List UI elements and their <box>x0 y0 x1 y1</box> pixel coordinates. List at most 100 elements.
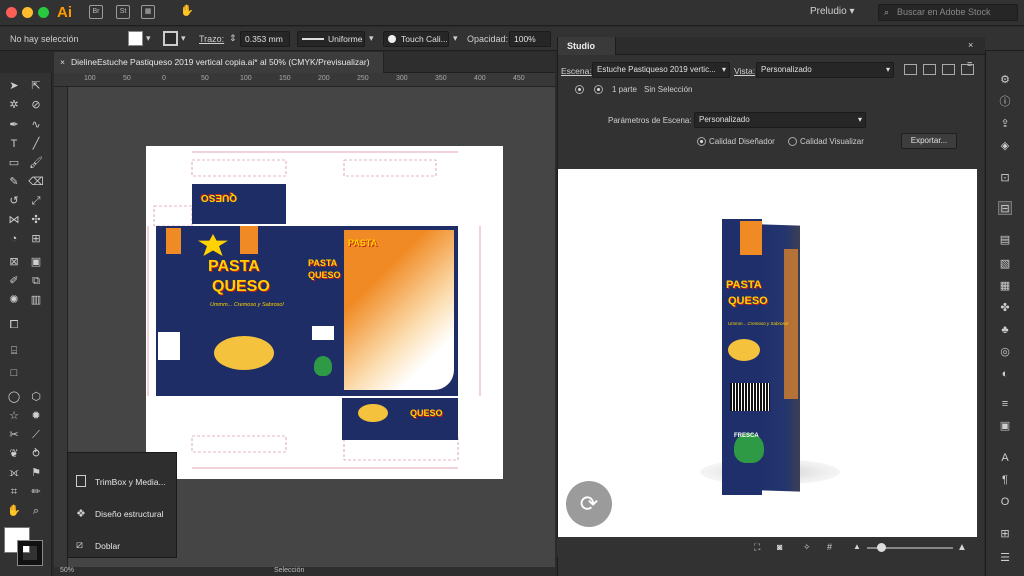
symbols-icon[interactable]: ♣ <box>998 323 1012 337</box>
symbol-sprayer-tool-icon[interactable]: ✺ <box>6 292 22 308</box>
rotate-tool-icon[interactable]: ↺ <box>6 193 22 209</box>
zoom-slider-handle[interactable] <box>877 543 886 552</box>
artboard-tool-icon[interactable]: ⧠ <box>6 317 22 333</box>
graphic-styles-icon[interactable]: ◐ <box>998 367 1012 381</box>
variable-width-profile-field[interactable]: Uniforme <box>297 31 365 47</box>
crop-tool-icon[interactable]: ⌗ <box>6 484 22 500</box>
zoom-out-icon[interactable]: ▲ <box>853 542 861 551</box>
appearance-icon[interactable]: ◎ <box>998 345 1012 359</box>
line-tool-icon[interactable]: ╱ <box>28 136 44 152</box>
profile-dropdown-icon[interactable]: ▾ <box>369 33 374 44</box>
warp-tool-icon[interactable]: ❦ <box>6 446 22 462</box>
transform-icon[interactable]: ▣ <box>998 419 1012 433</box>
selection-tool-icon[interactable]: ➤ <box>6 78 22 94</box>
gradient-tool-icon[interactable]: ▣ <box>28 254 44 270</box>
navigator-icon[interactable]: ⊡ <box>998 171 1012 185</box>
workspace-switcher[interactable]: Preludio ▾ <box>810 6 855 17</box>
flare-tool-icon[interactable]: ✹ <box>28 408 44 424</box>
3d-viewport[interactable]: PASTA QUESO Ummm... Cremoso y Sabroso! F… <box>558 169 977 537</box>
minimize-window-button[interactable] <box>22 7 33 18</box>
pen-tool-icon[interactable]: ✒ <box>6 117 22 133</box>
type-tool-icon[interactable]: T <box>6 136 22 152</box>
live-paint-tool-icon[interactable]: ⚑ <box>28 465 44 481</box>
layers-icon[interactable]: ◈ <box>998 139 1012 153</box>
swatches-icon[interactable]: ▦ <box>998 279 1012 293</box>
flyout-item-structural-design[interactable]: Diseño estructural <box>95 509 164 519</box>
opentype-icon[interactable]: O <box>998 495 1012 509</box>
flyout-item-trimbox[interactable]: TrimBox y Media... <box>95 477 166 487</box>
width-tool-icon[interactable]: ⋈ <box>6 212 22 228</box>
character-icon[interactable]: A <box>998 451 1012 465</box>
twirl-tool-icon[interactable]: ⥁ <box>28 446 44 462</box>
gpu-performance-icon[interactable]: ✋ <box>180 5 194 19</box>
scissors-tool-icon[interactable]: ✂ <box>6 427 22 443</box>
scale-tool-icon[interactable]: ⤢ <box>28 193 44 209</box>
layout-quad-icon[interactable] <box>961 64 974 75</box>
stroke-dropdown-icon[interactable]: ▾ <box>181 33 186 44</box>
camera-icon[interactable]: ◙ <box>777 542 782 552</box>
brush-definition-field[interactable]: Touch Cali... <box>383 31 449 47</box>
column-graph-tool-icon[interactable]: ▥ <box>28 292 44 308</box>
draw-normal-icon[interactable]: □ <box>6 365 22 381</box>
view-dropdown[interactable]: Personalizado ▾ <box>756 62 894 78</box>
zoom-tool-icon[interactable]: ⌕ <box>28 503 44 519</box>
scene-dropdown[interactable]: Estuche Pastiqueso 2019 vertic... ▾ <box>592 62 730 78</box>
stroke-swatch[interactable] <box>163 31 178 46</box>
free-transform-tool-icon[interactable]: ⟗ <box>6 465 22 481</box>
curvature-tool-icon[interactable]: ∿ <box>28 117 44 133</box>
ellipse-tool-icon[interactable]: ◯ <box>6 389 22 405</box>
stock-search-input[interactable]: ⌕ Buscar en Adobe Stock <box>878 4 1018 21</box>
quality-viewer-radio[interactable] <box>788 137 797 146</box>
slice-tool-icon[interactable]: ⌸ <box>6 343 22 359</box>
export-asset-icon[interactable]: ⇪ <box>998 117 1012 131</box>
close-window-button[interactable] <box>6 7 17 18</box>
eraser-tool-icon[interactable]: ⌫ <box>28 174 44 190</box>
stroke-stepper-icon[interactable]: ⇕ <box>229 33 237 44</box>
fill-dropdown-icon[interactable]: ▾ <box>146 33 151 44</box>
rotate-view-icon[interactable]: ⟳ <box>566 481 612 527</box>
stroke-weight-field[interactable]: 0.353 mm <box>240 31 290 47</box>
star-tool-icon[interactable]: ☆ <box>6 408 22 424</box>
shaper-tool-icon[interactable]: ✎ <box>6 174 22 190</box>
studio-panel-icon[interactable]: ⊟ <box>998 201 1012 215</box>
blend-tool-icon[interactable]: ⧉ <box>28 273 44 289</box>
stroke-label[interactable]: Trazo: <box>199 34 224 44</box>
rectangle-tool-icon[interactable]: ▭ <box>6 155 22 171</box>
layout-single-icon[interactable] <box>904 64 917 75</box>
info-icon[interactable]: ⓘ <box>998 95 1012 109</box>
studio-tab[interactable]: Studio <box>558 37 616 55</box>
properties-icon[interactable]: ⚙ <box>998 73 1012 87</box>
export-button[interactable]: Exportar... <box>901 133 957 149</box>
direct-selection-tool-icon[interactable]: ⇱ <box>28 78 44 94</box>
fit-view-icon[interactable]: ⛶ <box>754 542 760 553</box>
document-tab[interactable]: × DielineEstuche Pastiqueso 2019 vertical… <box>54 52 384 73</box>
shape-builder-tool-icon[interactable]: ◔ <box>6 231 22 247</box>
brush-dropdown-icon[interactable]: ▾ <box>453 33 458 44</box>
magic-wand-tool-icon[interactable]: ✲ <box>6 97 22 113</box>
lasso-tool-icon[interactable]: ⊘ <box>28 97 44 113</box>
maximize-window-button[interactable] <box>38 7 49 18</box>
scene-params-dropdown[interactable]: Personalizado ▾ <box>694 112 866 128</box>
libraries-icon[interactable]: ▤ <box>998 233 1012 247</box>
paragraph-icon[interactable]: ¶ <box>998 473 1012 487</box>
layout-split-icon[interactable] <box>923 64 936 75</box>
fill-swatch[interactable] <box>128 31 143 46</box>
part-prev-icon[interactable] <box>575 85 584 94</box>
status-selection[interactable]: Selección <box>274 567 304 574</box>
puppet-warp-tool-icon[interactable]: ✣ <box>28 212 44 228</box>
hand-tool-icon[interactable]: ✋ <box>6 503 22 519</box>
perspective-grid-tool-icon[interactable]: ⊞ <box>28 231 44 247</box>
align-icon[interactable]: ≡ <box>998 397 1012 411</box>
artboards-icon[interactable]: ▧ <box>998 257 1012 271</box>
flyout-item-fold[interactable]: Doblar <box>95 541 120 551</box>
layout-grid-icon[interactable] <box>942 64 955 75</box>
bridge-icon[interactable]: Br <box>89 5 103 19</box>
brushes-icon[interactable]: ✤ <box>998 301 1012 315</box>
mesh-tool-icon[interactable]: ⊠ <box>6 254 22 270</box>
lighting-icon[interactable]: ✧ <box>803 542 811 553</box>
arrange-documents-icon[interactable]: ▦ <box>141 5 155 19</box>
knife-tool-icon[interactable]: ⟋ <box>28 427 44 443</box>
zoom-level[interactable]: 50% <box>60 567 74 574</box>
paintbrush-tool-icon[interactable]: 🖌 <box>28 155 44 171</box>
zoom-in-icon[interactable]: ▲ <box>957 542 967 553</box>
